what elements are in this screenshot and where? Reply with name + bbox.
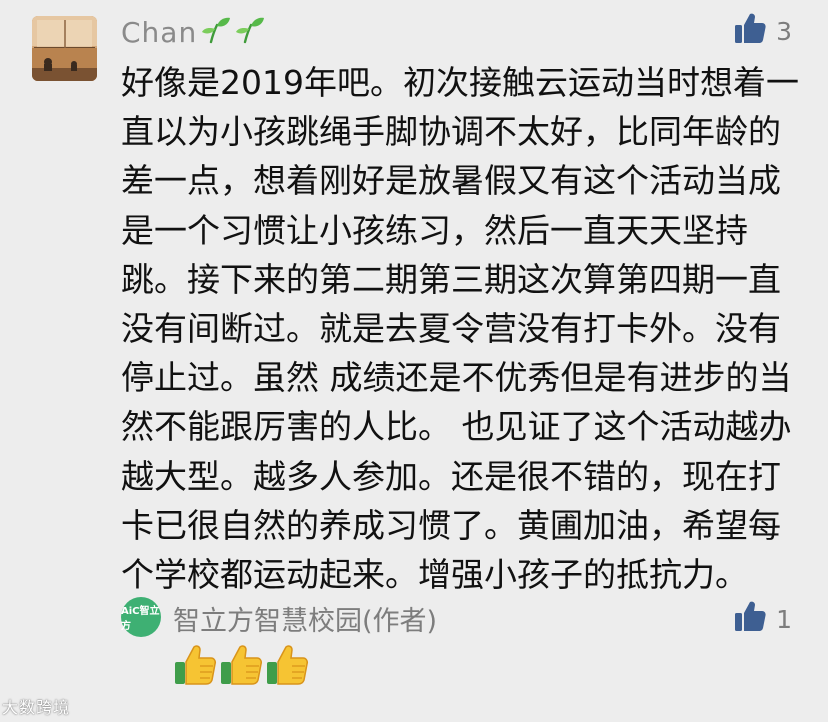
reply-author-name[interactable]: 智立方智慧校园(作者)	[173, 598, 437, 638]
sprout-icon	[201, 14, 231, 51]
comment-like-button[interactable]: 3	[734, 12, 792, 50]
author-avatar[interactable]: AiC智立方	[121, 597, 161, 637]
commenter-avatar[interactable]	[32, 16, 97, 81]
watermark: 大数跨境	[2, 698, 71, 717]
comment-text: 好像是2019年吧。初次接触云运动当时想着一直以为小孩跳绳手脚协调不太好，比同年…	[121, 63, 799, 595]
thumbs-up-emoji	[221, 645, 262, 685]
commenter-name[interactable]: Chan	[121, 12, 265, 52]
reply-like-count: 1	[776, 604, 792, 634]
reply-emojis	[173, 642, 309, 686]
comment-like-count: 3	[776, 16, 792, 46]
commenter-name-text: Chan	[121, 15, 198, 49]
sprout-icon	[235, 14, 265, 51]
thumbs-up-icon	[734, 600, 766, 638]
thumbs-up-emoji	[267, 645, 308, 685]
reply-like-button[interactable]: 1	[734, 600, 792, 638]
thumbs-up-icon	[734, 12, 766, 50]
thumbs-up-emoji	[175, 645, 216, 685]
